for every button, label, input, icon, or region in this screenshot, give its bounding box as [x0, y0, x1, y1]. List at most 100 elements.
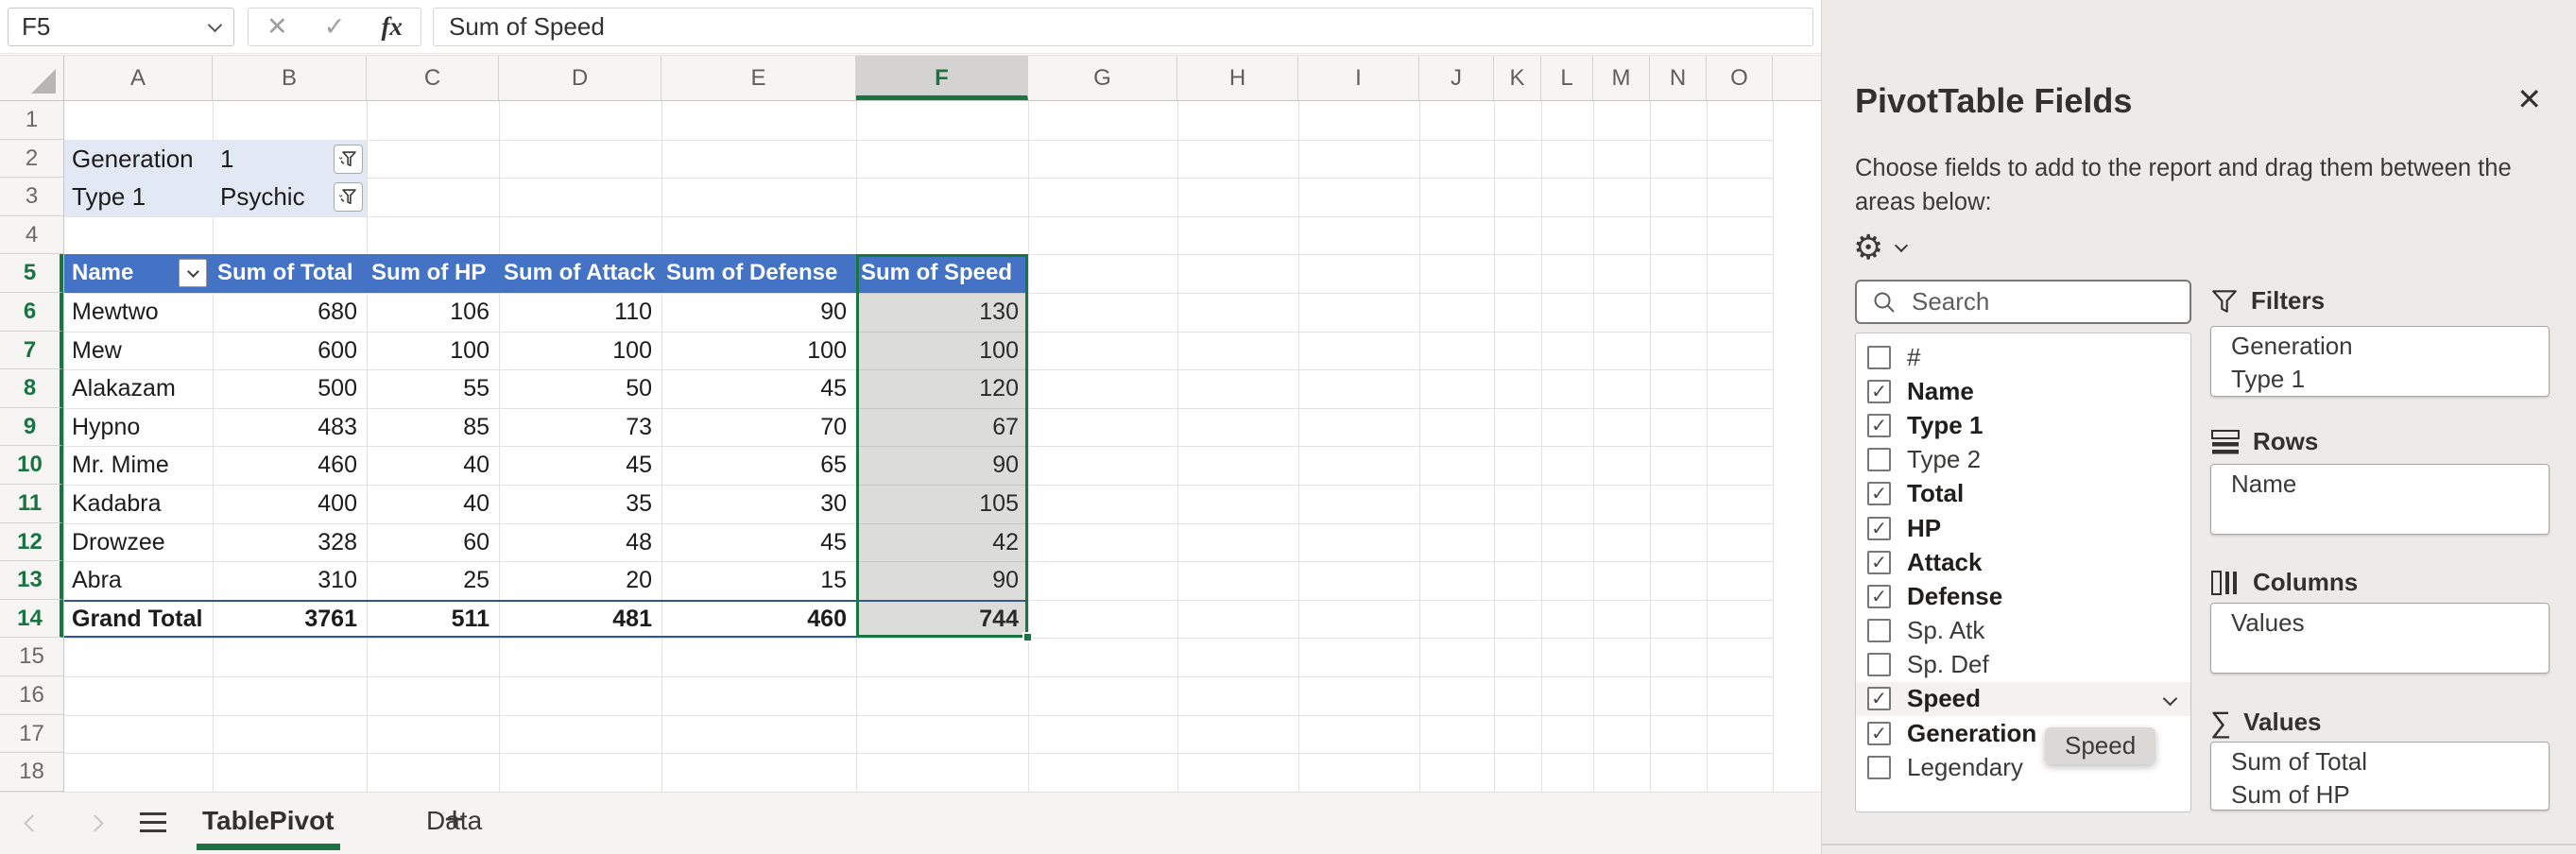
pivot-cell[interactable]: 45	[499, 446, 652, 485]
row-header-18[interactable]: 18	[0, 753, 63, 792]
pivot-cell[interactable]: 500	[213, 369, 357, 408]
row-header-17[interactable]: 17	[0, 715, 63, 754]
values-area-box[interactable]: Sum of TotalSum of HP	[2210, 742, 2550, 811]
filter-field-label[interactable]: Type 1	[72, 178, 146, 216]
pivot-cell[interactable]: 100	[367, 332, 489, 370]
pivot-grand-total-cell[interactable]: 3761	[213, 600, 357, 639]
field-item-attack[interactable]: ✓Attack	[1856, 545, 2190, 579]
search-input[interactable]	[1912, 287, 2138, 316]
row-header-11[interactable]: 11	[0, 485, 63, 523]
field-item-total[interactable]: ✓Total	[1856, 477, 2190, 511]
pivot-cell[interactable]: 100	[499, 332, 652, 370]
row-header-12[interactable]: 12	[0, 523, 63, 562]
pivot-cell[interactable]: 40	[367, 446, 489, 485]
filters-area-item[interactable]: Type 1	[2231, 363, 2549, 396]
pivot-cell[interactable]: Drowzee	[72, 523, 213, 562]
column-header-D[interactable]: D	[499, 56, 661, 100]
checkbox-checked-icon[interactable]: ✓	[1867, 414, 1891, 437]
pivot-cell[interactable]: 100	[661, 332, 847, 370]
row-header-4[interactable]: 4	[0, 216, 63, 255]
pivot-cell[interactable]: 328	[213, 523, 357, 562]
column-header-J[interactable]: J	[1419, 56, 1494, 100]
sheet-tab-tablepivot[interactable]: TablePivot	[198, 793, 338, 854]
column-header-A[interactable]: A	[64, 56, 213, 100]
column-header-G[interactable]: G	[1028, 56, 1177, 100]
gear-icon[interactable]: ⚙	[1853, 231, 1883, 265]
field-item-sp-def[interactable]: Sp. Def	[1856, 648, 2190, 682]
field-item-defense[interactable]: ✓Defense	[1856, 579, 2190, 613]
checkbox-icon[interactable]	[1867, 619, 1891, 642]
pivot-cell[interactable]: 65	[661, 446, 847, 485]
pivot-header-cell[interactable]: Sum of Speed	[861, 254, 1023, 293]
values-area-item[interactable]: Sum of HP	[2231, 778, 2549, 811]
column-header-I[interactable]: I	[1298, 56, 1419, 100]
checkbox-checked-icon[interactable]: ✓	[1867, 722, 1891, 745]
pivot-cell[interactable]: 60	[367, 523, 489, 562]
pivot-cell[interactable]: 85	[367, 408, 489, 447]
field-item-speed[interactable]: ✓Speed	[1856, 682, 2190, 716]
pivot-cell[interactable]: 55	[367, 369, 489, 408]
formula-bar[interactable]: Sum of Speed	[433, 8, 1813, 46]
pivot-header-cell[interactable]: Sum of Defense	[666, 254, 851, 293]
column-header-B[interactable]: B	[213, 56, 367, 100]
field-item-name[interactable]: ✓Name	[1856, 374, 2190, 408]
chevron-down-icon[interactable]	[208, 17, 223, 32]
filter-field-label[interactable]: Generation	[72, 140, 194, 179]
pivot-cell[interactable]: Mewtwo	[72, 293, 213, 332]
pivot-header-cell[interactable]: Sum of HP	[371, 254, 494, 293]
pivot-cell[interactable]: Mew	[72, 332, 213, 370]
row-header-13[interactable]: 13	[0, 561, 63, 600]
pivot-cell[interactable]: 400	[213, 485, 357, 523]
row-header-14[interactable]: 14	[0, 600, 63, 639]
pivot-cell[interactable]: 45	[661, 523, 847, 562]
field-item--[interactable]: #	[1856, 340, 2190, 374]
pivot-cell[interactable]: Kadabra	[72, 485, 213, 523]
pivot-cell[interactable]: 90	[661, 293, 847, 332]
pivot-cell[interactable]: 15	[661, 561, 847, 600]
pivot-grand-total-cell[interactable]: 481	[499, 600, 652, 639]
pivot-cell[interactable]: 110	[499, 293, 652, 332]
pivot-cell[interactable]: 48	[499, 523, 652, 562]
pivot-cell[interactable]: 50	[499, 369, 652, 408]
pivot-cell[interactable]: 680	[213, 293, 357, 332]
column-header-F[interactable]: F	[856, 56, 1028, 100]
checkbox-icon[interactable]	[1867, 346, 1891, 369]
field-item-type-2[interactable]: Type 2	[1856, 443, 2190, 477]
checkbox-icon[interactable]	[1867, 653, 1891, 676]
pivot-cell[interactable]: 460	[213, 446, 357, 485]
all-sheets-menu-icon[interactable]	[140, 812, 166, 833]
pivot-cell[interactable]: 25	[367, 561, 489, 600]
values-area-item[interactable]: Sum of Total	[2231, 745, 2549, 778]
column-header-C[interactable]: C	[367, 56, 499, 100]
column-header-E[interactable]: E	[661, 56, 856, 100]
next-sheet-icon[interactable]	[86, 814, 103, 831]
checkbox-checked-icon[interactable]: ✓	[1867, 380, 1891, 403]
speed-drag-chip[interactable]: Speed	[2045, 727, 2155, 764]
row-header-7[interactable]: 7	[0, 332, 63, 370]
row-header-3[interactable]: 3	[0, 178, 63, 216]
name-filter-dropdown[interactable]	[179, 259, 207, 287]
filter-field-value[interactable]: Psychic	[220, 178, 305, 216]
column-header-M[interactable]: M	[1593, 56, 1650, 100]
field-search[interactable]	[1855, 280, 2191, 324]
row-header-5[interactable]: 5	[0, 254, 63, 293]
checkbox-checked-icon[interactable]: ✓	[1867, 482, 1891, 505]
pivot-cell[interactable]: 35	[499, 485, 652, 523]
insert-function-icon[interactable]: fx	[381, 12, 403, 42]
close-icon[interactable]: ✕	[2516, 81, 2542, 117]
pivot-grand-total-cell[interactable]: 460	[661, 600, 847, 639]
column-header-K[interactable]: K	[1494, 56, 1541, 100]
row-header-9[interactable]: 9	[0, 408, 63, 447]
checkbox-checked-icon[interactable]: ✓	[1867, 687, 1891, 710]
row-header-10[interactable]: 10	[0, 446, 63, 485]
filters-area-box[interactable]: GenerationType 1	[2210, 326, 2550, 397]
field-list-options[interactable]: ⚙	[1853, 231, 1906, 265]
row-header-6[interactable]: 6	[0, 293, 63, 332]
selection-fill-handle[interactable]	[1022, 632, 1033, 642]
cells-area[interactable]: Generation1Type 1PsychicNameSum of Total…	[64, 101, 1821, 792]
row-header-16[interactable]: 16	[0, 676, 63, 715]
row-header-2[interactable]: 2	[0, 140, 63, 179]
columns-area-box[interactable]: Values	[2210, 603, 2550, 674]
select-all-corner[interactable]	[0, 56, 64, 100]
prev-sheet-icon[interactable]	[24, 814, 41, 831]
